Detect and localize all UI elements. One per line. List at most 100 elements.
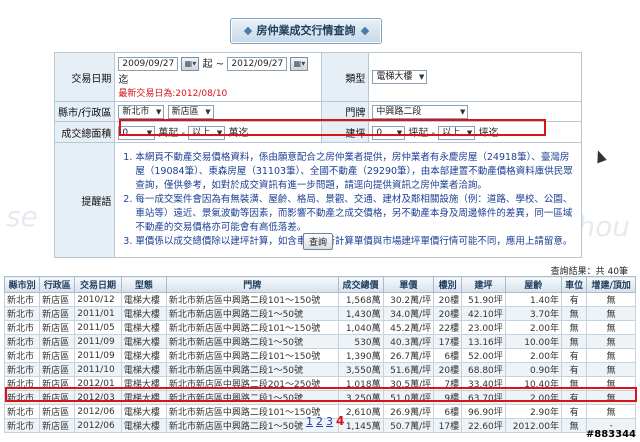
column-header: 成交總價 [337,276,384,293]
table-row[interactable]: 新北市 新店區 2010/12 電梯大樓 新北市新店區中興路二段101～150號 1,56… [3,292,636,307]
table-cell: 2012/06 [74,418,122,433]
table-cell: 電梯大樓 [120,404,167,419]
table-cell: 20樓 [433,362,463,377]
table-cell: 無 [586,334,636,349]
table-cell: 新北市 [3,320,41,335]
table-cell: 無 [560,418,588,433]
table-cell: 40.3萬/坪 [382,334,435,349]
table-cell: 無 [560,334,588,349]
table-cell: 2.00年 [504,320,563,335]
table-cell: 22樓 [433,320,463,335]
table-cell: 3,550萬 [337,362,384,377]
date-to-input[interactable]: 2012/09/27 [227,57,288,71]
table-cell: 17樓 [433,418,463,433]
table-cell: 1,040萬 [337,320,384,335]
district-select[interactable]: 新店區 ▼ [167,104,214,119]
latest-trade-note: 最新交易日為:2012/08/10 [118,89,228,99]
table-cell: 新北市新店區中興路二段101～150號 [165,320,339,335]
table-cell: 0.90年 [504,362,563,377]
table-cell: 96.90坪 [461,404,506,419]
page-title: 房仲業成交行情查詢 [230,18,382,44]
table-cell: 無 [586,404,636,419]
table-cell: 68.80坪 [461,362,506,377]
door-select[interactable]: 中興路二段 ▼ [372,104,469,119]
table-cell: 新北市 [3,418,41,433]
column-header: 縣市別 [3,276,41,293]
table-cell: 22.60坪 [461,418,506,433]
table-cell: 2011/09 [74,348,122,363]
table-cell: 有 [560,348,588,363]
table-cell: 電梯大樓 [120,418,167,433]
table-cell: 2011/09 [74,334,122,349]
table-cell: 電梯大樓 [120,334,167,349]
table-cell: 1,390萬 [337,348,384,363]
city-select[interactable]: 新北市 ▼ [118,104,165,119]
results-body: 新北市 新店區 2010/12 電梯大樓 新北市新店區中興路二段101～150號 1,56… [3,292,636,433]
table-cell: 17樓 [433,334,463,349]
page-link[interactable]: 3 [326,415,333,428]
pagination: 1234 [306,414,347,428]
column-header: 屋齡 [504,276,563,293]
table-cell: 電梯大樓 [120,348,167,363]
table-cell: 20樓 [433,306,463,321]
title-diamond-icon [360,26,369,36]
table-cell: 新北市 [3,362,41,377]
note-item: 每一成交案件會因為有無裝潢、屋齡、格局、景觀、交通、建材及鄰相關設施（例：道路、… [135,193,575,235]
table-cell: 6樓 [433,404,463,419]
table-cell: 新店區 [39,320,76,335]
page-link[interactable]: 1 [306,415,313,428]
table-row[interactable]: 新北市 新店區 2011/05 電梯大樓 新北市新店區中興路二段101～150號 1,04… [3,320,636,335]
watermark: #883344 [585,429,636,440]
table-row[interactable]: 新北市 新店區 2011/01 電梯大樓 新北市新店區中興路二段1～50號 1,430萬 3… [3,306,636,321]
table-cell: 有 [560,292,588,307]
column-header: 建坪 [461,276,506,293]
table-cell: 1.40年 [504,292,563,307]
page-link[interactable]: 2 [316,415,323,428]
table-cell: 無 [586,320,636,335]
table-cell: 電梯大樓 [120,320,167,335]
table-cell: 無 [586,292,636,307]
note-item: 本網頁不動產交易價格資料，係由願意配合之房仲業者提供，房仲業者有永慶房屋（249… [135,151,575,193]
column-header: 行政區 [39,276,76,293]
table-cell: 新店區 [39,334,76,349]
table-row[interactable]: 新北市 新店區 2011/09 電梯大樓 新北市新店區中興路二段101～150號 1,39… [3,348,636,363]
table-cell: 電梯大樓 [120,292,167,307]
table-row[interactable]: 新北市 新店區 2011/10 電梯大樓 新北市新店區中興路二段1～50號 3,550萬 5… [3,362,636,377]
table-row[interactable]: 新北市 新店區 2011/09 電梯大樓 新北市新店區中興路二段1～50號 530萬 40.… [3,334,636,349]
table-cell: 23.00坪 [461,320,506,335]
background-watermark-right: hou [577,210,630,243]
date-from-input[interactable]: 2009/09/27 [118,57,179,71]
calendar-icon[interactable]: ▦▾ [290,57,309,71]
search-button[interactable]: 查詢 [302,233,333,250]
table-cell: 電梯大樓 [120,362,167,377]
table-cell: 有 [560,404,588,419]
table-cell: 新北市新店區中興路二段101～150號 [165,348,339,363]
table-cell: 26.7萬/坪 [382,348,435,363]
column-header: 交易日期 [74,276,122,293]
search-form: 交易日期 2009/09/27 ▦▾ 起 ~ 2012/09/27 ▦▾ 迄 最… [53,52,582,258]
table-cell: 530萬 [337,334,384,349]
trade-date-label: 交易日期 [53,52,116,102]
table-cell: 34.0萬/坪 [382,306,435,321]
page-link[interactable]: 4 [336,414,344,428]
column-header: 車位 [560,276,588,293]
table-cell: 13.16坪 [461,334,506,349]
type-cell: 電梯大樓 ▼ [368,52,582,102]
trade-date-cell: 2009/09/27 ▦▾ 起 ~ 2012/09/27 ▦▾ 迄 最新交易日為… [114,52,323,102]
table-cell: 無 [586,362,636,377]
table-cell: 新店區 [39,292,76,307]
table-cell: 新北市新店區中興路二段1～50號 [165,306,339,321]
mouse-cursor-icon [593,148,607,164]
table-cell: 2.90年 [504,404,563,419]
table-cell: 10.00年 [504,334,563,349]
table-cell: 50.7萬/坪 [382,418,435,433]
type-select[interactable]: 電梯大樓 ▼ [372,70,428,84]
table-cell: 無 [586,306,636,321]
table-cell: 無 [560,320,588,335]
table-cell: 新店區 [39,306,76,321]
region-label: 縣市/行政區 [53,101,116,122]
calendar-icon[interactable]: ▦▾ [181,57,200,71]
area-label: 成交總面積 [53,121,116,143]
table-cell: 2011/01 [74,306,122,321]
chevron-down-icon: ▼ [460,107,466,116]
